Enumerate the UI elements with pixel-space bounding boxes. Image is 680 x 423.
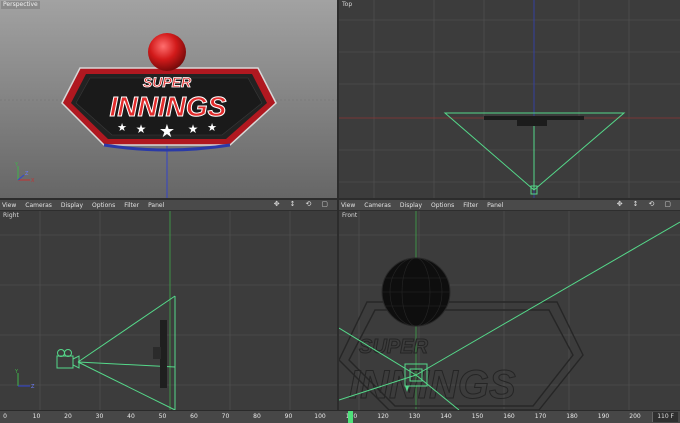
maximize-icon[interactable]: ▢ <box>321 200 328 208</box>
menu-cameras[interactable]: Cameras <box>25 202 52 209</box>
logo-top-view <box>484 116 584 120</box>
menu-options[interactable]: Options <box>92 202 115 209</box>
viewport-title[interactable]: Front <box>340 212 359 220</box>
ball-icon <box>148 33 186 71</box>
viewport-title[interactable]: Perspective <box>1 1 40 9</box>
current-frame-marker[interactable] <box>348 411 353 423</box>
front-viewport[interactable]: View Cameras Display Options Filter Pane… <box>339 200 680 410</box>
ball-wireframe <box>381 257 451 327</box>
svg-text:★: ★ <box>188 122 199 136</box>
menu-panel[interactable]: Panel <box>487 202 503 209</box>
menu-view[interactable]: View <box>2 202 16 209</box>
timeline-tick-label: 160 <box>503 413 515 420</box>
viewport-menubar: View Cameras Display Options Filter Pane… <box>0 200 337 211</box>
zoom-icon[interactable]: ↕ <box>290 200 296 208</box>
menu-display[interactable]: Display <box>400 202 422 209</box>
timeline-tick-label: 130 <box>408 413 421 420</box>
timeline-tick-label: 180 <box>566 413 578 420</box>
menu-options[interactable]: Options <box>431 202 454 209</box>
timeline-tick-label: 150 <box>471 413 484 420</box>
right-scene: Y Z <box>0 210 337 410</box>
right-viewport[interactable]: View Cameras Display Options Filter Pane… <box>0 200 337 410</box>
timeline-tick-label: 80 <box>253 413 261 420</box>
viewport-divider-vertical[interactable] <box>337 0 339 410</box>
perspective-scene: SUPER INNINGS ★ ★ ★ ★ ★ Y X Z <box>0 0 337 198</box>
logo-text-super: SUPER <box>143 74 192 90</box>
timeline-tick-label: 0 <box>3 413 7 420</box>
rotate-icon[interactable]: ⟲ <box>649 200 655 208</box>
svg-text:X: X <box>31 178 35 184</box>
svg-text:INNINGS: INNINGS <box>349 363 516 407</box>
menu-panel[interactable]: Panel <box>148 202 164 209</box>
maximize-icon[interactable]: ▢ <box>664 200 671 208</box>
top-scene <box>339 0 680 198</box>
viewport-menubar: View Cameras Display Options Filter Pane… <box>339 200 680 211</box>
logo-side-view <box>160 320 167 388</box>
timeline-tick-label: 100 <box>314 413 326 420</box>
svg-text:Z: Z <box>25 171 29 177</box>
svg-text:★: ★ <box>136 122 147 136</box>
timeline-tick-label: 120 <box>377 413 389 420</box>
menu-filter[interactable]: Filter <box>124 202 139 209</box>
viewport-title[interactable]: Right <box>1 212 21 220</box>
timeline-tick-label: 50 <box>158 413 167 420</box>
move-icon[interactable]: ✥ <box>274 200 280 208</box>
menu-view[interactable]: View <box>341 202 355 209</box>
menu-filter[interactable]: Filter <box>463 202 478 209</box>
top-viewport[interactable]: Top <box>339 0 680 198</box>
viewport-title[interactable]: Top <box>340 1 354 9</box>
timeline-tick-label: 140 <box>440 413 452 420</box>
svg-text:★: ★ <box>159 121 175 142</box>
menu-cameras[interactable]: Cameras <box>364 202 391 209</box>
front-scene: SUPER INNINGS <box>339 210 680 410</box>
svg-text:★: ★ <box>207 121 217 134</box>
timeline-tick-label: 190 <box>597 413 610 420</box>
timeline-tick-label: 90 <box>284 413 293 420</box>
rotate-icon[interactable]: ⟲ <box>306 200 312 208</box>
timeline-tick-label: 70 <box>221 413 230 420</box>
svg-text:★: ★ <box>117 121 127 134</box>
zoom-icon[interactable]: ↕ <box>633 200 639 208</box>
svg-text:Z: Z <box>31 384 35 390</box>
timeline-tick-label: 40 <box>127 413 135 420</box>
timeline-tick-label: 200 <box>629 413 641 420</box>
menu-display[interactable]: Display <box>61 202 83 209</box>
timeline-tick-label: 60 <box>190 413 198 420</box>
current-frame-field[interactable]: 110 F <box>652 412 678 422</box>
perspective-viewport[interactable]: SUPER INNINGS ★ ★ ★ ★ ★ Y X Z Perspectiv… <box>0 0 337 198</box>
timeline-tick-label: 10 <box>32 413 41 420</box>
viewport-divider-horizontal[interactable] <box>0 198 680 200</box>
timeline[interactable]: 0102030405060708090100110120130140150160… <box>0 410 680 423</box>
logo-text-innings: INNINGS <box>110 91 227 122</box>
timeline-tick-label: 30 <box>95 413 104 420</box>
timeline-tick-label: 170 <box>534 413 547 420</box>
timeline-tick-label: 20 <box>64 413 72 420</box>
move-icon[interactable]: ✥ <box>617 200 623 208</box>
